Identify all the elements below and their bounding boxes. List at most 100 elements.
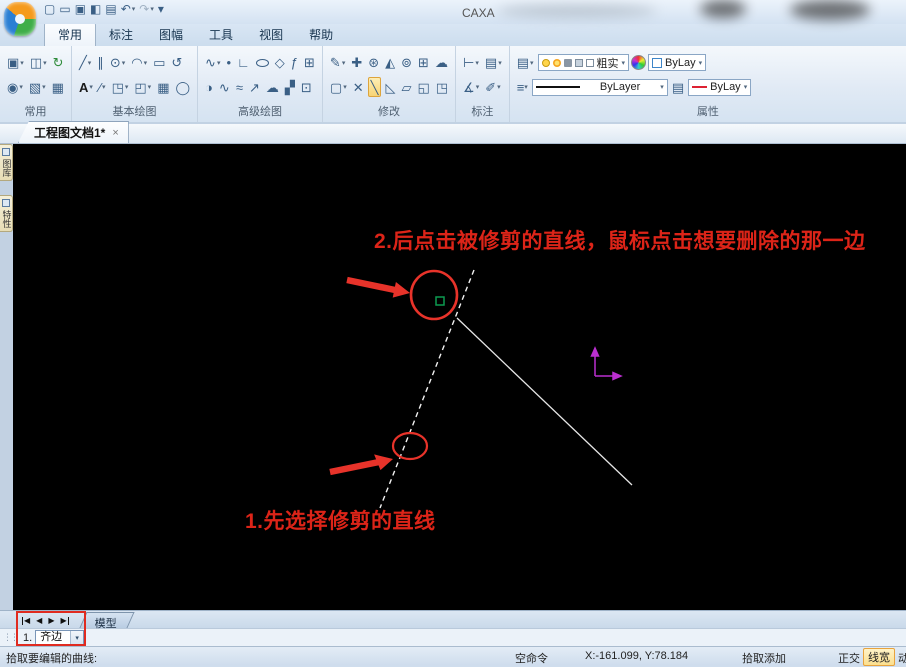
line-icon[interactable]: ╱▾	[77, 53, 93, 73]
chevron-down-icon[interactable]: ▾	[70, 631, 83, 644]
parallel-line-icon[interactable]: ∥	[95, 53, 106, 73]
document-tab[interactable]: 工程图文档1* ×	[18, 121, 129, 143]
selected-dashed-line[interactable]	[380, 270, 474, 508]
rotate-icon[interactable]: ⊛	[366, 53, 381, 73]
layer-icon[interactable]: ▤▾	[515, 53, 536, 73]
match-properties-icon[interactable]: ✎▾	[328, 53, 347, 73]
status-linewidth-toggle[interactable]: 线宽	[863, 648, 895, 666]
paste-icon[interactable]: ◫▾	[28, 53, 49, 73]
save-all-icon[interactable]: ◧	[90, 3, 101, 15]
rectangle-icon[interactable]: ▭	[151, 53, 167, 73]
linetype-manager-icon[interactable]: ▤	[670, 77, 686, 97]
wave-line-icon[interactable]: ∿	[217, 77, 232, 97]
status-ortho-toggle[interactable]: 正交	[838, 650, 860, 666]
pan-icon[interactable]: ▧▾	[27, 77, 48, 97]
refresh-icon[interactable]: ↻	[51, 53, 66, 73]
command-index: 1.	[23, 632, 32, 644]
mirror-icon[interactable]: ◭	[383, 53, 397, 73]
dim-edit-icon[interactable]: ✐▾	[483, 77, 502, 97]
drawing-canvas[interactable]: 2.后点击被修剪的直线，鼠标点击想要删除的那一边 1.先选择修剪的直线	[13, 144, 906, 610]
tab-gongju[interactable]: 工具	[196, 23, 246, 46]
table-icon[interactable]: ⊞	[302, 53, 317, 73]
move-icon[interactable]: ✚	[349, 53, 364, 73]
copy-object-icon[interactable]: ◱	[415, 77, 431, 97]
circle-icon[interactable]: ⊙▾	[108, 53, 127, 73]
break-icon[interactable]: ✕	[351, 77, 366, 97]
tab-tufu[interactable]: 图幅	[146, 23, 196, 46]
document-tab-bar: 工程图文档1* ×	[0, 124, 906, 144]
coordinate-dim-icon[interactable]: ▤▾	[483, 53, 504, 73]
polygon-icon[interactable]: ◇	[273, 53, 287, 73]
sidebar-tab-properties[interactable]: 特性	[0, 195, 13, 232]
point-icon[interactable]: •	[224, 53, 233, 73]
redo-icon[interactable]: ↷▾	[139, 3, 154, 15]
contour-icon[interactable]: ◑	[203, 77, 215, 97]
close-icon[interactable]: ×	[112, 127, 118, 139]
spline-icon[interactable]: ∿▾	[203, 53, 222, 73]
grid-icon[interactable]: ▦	[155, 77, 171, 97]
layer-thaw-icon	[553, 59, 561, 67]
color-picker-icon[interactable]	[631, 55, 646, 70]
arrow-draw-icon[interactable]: ↗	[247, 77, 262, 97]
trim-icon[interactable]: ╲	[368, 77, 382, 97]
chevron-down-icon: ▾	[122, 59, 126, 67]
array-icon[interactable]: ⊞	[416, 53, 431, 73]
chevron-down-icon: ▾	[102, 83, 106, 91]
tab-shitu[interactable]: 视图	[246, 23, 296, 46]
sidebar-tab-library[interactable]: 图库	[0, 144, 13, 181]
zoom-icon[interactable]: ◉▾	[5, 77, 25, 97]
copy-icon[interactable]: ▣▾	[5, 53, 26, 73]
multi-block-icon[interactable]: ⊡	[299, 77, 314, 97]
tab-bangzhu[interactable]: 帮助	[296, 23, 346, 46]
tab-changyong[interactable]: 常用	[44, 22, 96, 46]
layer-dropdown[interactable]: 粗实 ▾	[538, 54, 630, 71]
cloud-line-icon[interactable]: ☁	[264, 77, 281, 97]
hatch-icon[interactable]: ◳▾	[110, 77, 131, 97]
drag-handle-icon[interactable]: ⋮⋮	[3, 632, 17, 643]
formula-curve-icon[interactable]: ƒ	[289, 53, 300, 73]
status-partial-item[interactable]: 动	[898, 650, 906, 666]
ellipse-icon[interactable]	[254, 53, 271, 73]
next-sheet-button[interactable]: ▶	[48, 617, 54, 625]
dim-style-icon[interactable]: ∡▾	[461, 77, 481, 97]
linewidth-icon[interactable]: ≡▾	[515, 77, 530, 97]
angle-line-icon[interactable]: ∟	[235, 53, 252, 73]
model-tab-row: ◀ ◀ ▶ ▶ 模型	[0, 610, 906, 628]
scale-icon[interactable]: ☁	[433, 53, 450, 73]
stretch-icon[interactable]: ▱	[399, 77, 413, 97]
dimension-color-dropdown[interactable]: ByLay ▾	[688, 79, 751, 96]
zigzag-line-icon[interactable]: ≈	[234, 77, 245, 97]
select-icon[interactable]: ▢▾	[328, 77, 349, 97]
color-dropdown[interactable]: ByLay ▾	[648, 54, 706, 71]
circular-array-icon[interactable]: ⊚	[399, 53, 414, 73]
titlebar: ▢▭▣◧▤↶▾↷▾▾ CAXA	[0, 0, 906, 24]
last-sheet-button[interactable]: ▶	[60, 617, 68, 625]
undo-icon[interactable]: ↶▾	[121, 3, 136, 15]
block-icon[interactable]: ◰▾	[132, 77, 153, 97]
extend-icon[interactable]: ◺	[383, 77, 397, 97]
blur-smudge	[790, 0, 870, 20]
model-tab[interactable]: 模型	[79, 612, 134, 628]
linetype-dropdown[interactable]: ByLayer ▾	[532, 79, 668, 96]
dimension-icon[interactable]: ⊢▾	[461, 53, 481, 73]
region-icon[interactable]: ◯	[173, 77, 192, 97]
print-icon[interactable]: ▤	[105, 3, 116, 15]
display-icon[interactable]: ▦	[50, 77, 66, 97]
status-pick-add[interactable]: 拾取添加	[742, 650, 786, 666]
command-combobox[interactable]: 齐边 ▾	[35, 630, 84, 645]
new-icon[interactable]: ▢	[44, 3, 55, 15]
arc-icon[interactable]: ◠▾	[129, 53, 149, 73]
profile-icon[interactable]: ▞	[283, 77, 297, 97]
polyline-icon[interactable]: ↺	[169, 53, 184, 73]
customize-quick-access-icon[interactable]: ▾	[158, 3, 164, 15]
point-line-icon[interactable]: ∕▾	[97, 77, 108, 97]
tab-biaozhu[interactable]: 标注	[96, 23, 146, 46]
open-icon[interactable]: ▭	[59, 3, 70, 15]
text-icon[interactable]: A▾	[77, 77, 95, 97]
prev-sheet-button[interactable]: ◀	[36, 617, 42, 625]
app-logo-icon	[4, 2, 36, 36]
first-sheet-button[interactable]: ◀	[22, 617, 30, 625]
boundary-line[interactable]	[457, 318, 632, 485]
save-icon[interactable]: ▣	[75, 3, 86, 15]
paste-object-icon[interactable]: ◳	[434, 77, 450, 97]
